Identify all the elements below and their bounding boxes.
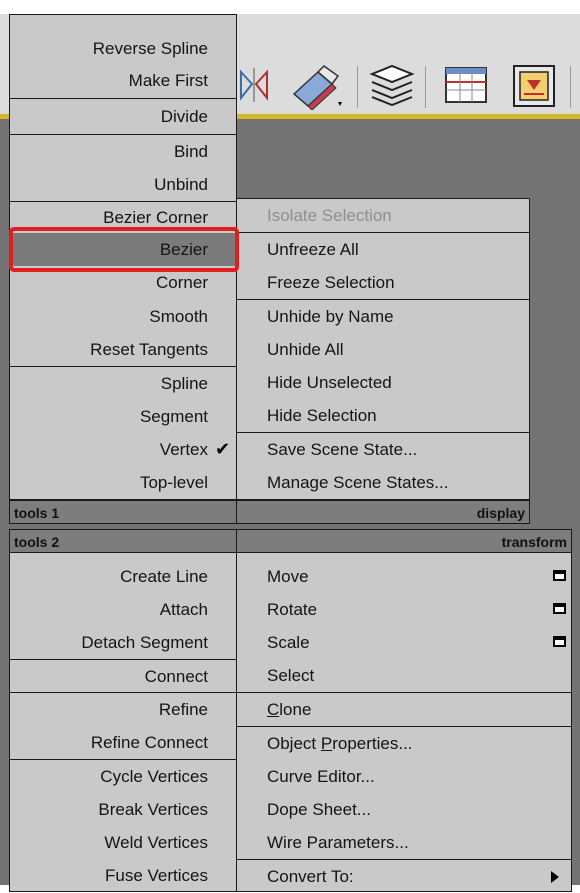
- menu-separator: [10, 98, 236, 99]
- quad-title-tools-2: tools 2: [9, 529, 237, 553]
- menu-item-freeze-selection[interactable]: Freeze Selection: [267, 266, 395, 299]
- settings-box-icon[interactable]: [553, 603, 566, 614]
- quad-transform: Move Rotate Scale Select Clone Object Pr…: [236, 552, 572, 892]
- menu-item-unbind[interactable]: Unbind: [154, 168, 208, 201]
- menu-item-reset-tangents[interactable]: Reset Tangents: [90, 333, 208, 366]
- menu-item-create-line[interactable]: Create Line: [120, 560, 208, 593]
- menu-item-isolate-selection: Isolate Selection: [267, 206, 392, 225]
- menu-item-break-vertices[interactable]: Break Vertices: [98, 793, 208, 826]
- submenu-arrow-icon: [551, 871, 559, 883]
- quad-tools-2: Create Line Attach Detach Segment Connec…: [9, 552, 237, 892]
- menu-item-clone[interactable]: Clone: [267, 693, 311, 726]
- curve-editor-icon[interactable]: [444, 64, 490, 111]
- menu-item-curve-editor[interactable]: Curve Editor...: [267, 760, 375, 793]
- menu-item-hide-selection[interactable]: Hide Selection: [267, 399, 377, 432]
- menu-item-spline[interactable]: Spline: [161, 367, 208, 400]
- menu-item-connect[interactable]: Connect: [145, 660, 208, 693]
- checkmark-icon: ✔: [215, 439, 231, 459]
- schematic-view-icon[interactable]: [512, 64, 558, 113]
- align-icon[interactable]: [290, 64, 346, 115]
- menu-item-detach-segment[interactable]: Detach Segment: [81, 626, 208, 659]
- menu-item-refine-connect[interactable]: Refine Connect: [91, 726, 208, 759]
- menu-item-rotate[interactable]: Rotate: [267, 593, 317, 626]
- highlight-callout: [9, 227, 239, 272]
- menu-item-move[interactable]: Move: [267, 560, 309, 593]
- settings-box-icon[interactable]: [553, 570, 566, 581]
- menu-item-reverse-spline[interactable]: Reverse Spline: [93, 32, 208, 65]
- menu-item-wire-parameters[interactable]: Wire Parameters...: [267, 826, 409, 859]
- menu-item-scale[interactable]: Scale: [267, 626, 310, 659]
- menu-item-segment[interactable]: Segment: [140, 400, 208, 433]
- quad-title-tools-1: tools 1: [9, 500, 237, 524]
- menu-item-hide-unselected[interactable]: Hide Unselected: [267, 366, 392, 399]
- quad-title-transform: transform: [236, 529, 572, 553]
- mirror-icon[interactable]: [238, 64, 270, 111]
- menu-item-select[interactable]: Select: [267, 659, 314, 692]
- menu-item-dope-sheet[interactable]: Dope Sheet...: [267, 793, 371, 826]
- menu-item-cycle-vertices[interactable]: Cycle Vertices: [100, 760, 208, 793]
- menu-item-refine[interactable]: Refine: [159, 693, 208, 726]
- menu-item-smooth[interactable]: Smooth: [149, 300, 208, 333]
- menu-item-make-first[interactable]: Make First: [129, 64, 208, 97]
- toolbar-separator: [357, 66, 358, 108]
- menu-item-unhide-all[interactable]: Unhide All: [267, 333, 344, 366]
- menu-item-fuse-vertices[interactable]: Fuse Vertices: [105, 859, 208, 892]
- menu-item-convert-to[interactable]: Convert To:: [267, 860, 354, 893]
- toolbar-separator: [425, 66, 426, 108]
- menu-item-divide[interactable]: Divide: [161, 100, 208, 133]
- quad-display: Isolate Selection Unfreeze All Freeze Se…: [236, 198, 530, 500]
- menu-item-object-properties[interactable]: Object Properties...: [267, 727, 413, 760]
- menu-item-weld-vertices[interactable]: Weld Vertices: [104, 826, 208, 859]
- layers-icon[interactable]: [368, 64, 416, 111]
- menu-item-unhide-by-name[interactable]: Unhide by Name: [267, 300, 394, 333]
- quad-title-display: display: [236, 500, 530, 524]
- menu-item-attach[interactable]: Attach: [160, 593, 208, 626]
- menu-item-manage-scene-states[interactable]: Manage Scene States...: [267, 466, 448, 499]
- settings-box-icon[interactable]: [553, 636, 566, 647]
- menu-item-top-level[interactable]: Top-level: [140, 466, 208, 499]
- menu-item-bind[interactable]: Bind: [174, 135, 208, 168]
- menu-item-vertex[interactable]: Vertex: [160, 433, 208, 466]
- menu-item-save-scene-state[interactable]: Save Scene State...: [267, 433, 417, 466]
- menu-item-unfreeze-all[interactable]: Unfreeze All: [267, 233, 359, 266]
- toolbar-separator: [570, 66, 571, 108]
